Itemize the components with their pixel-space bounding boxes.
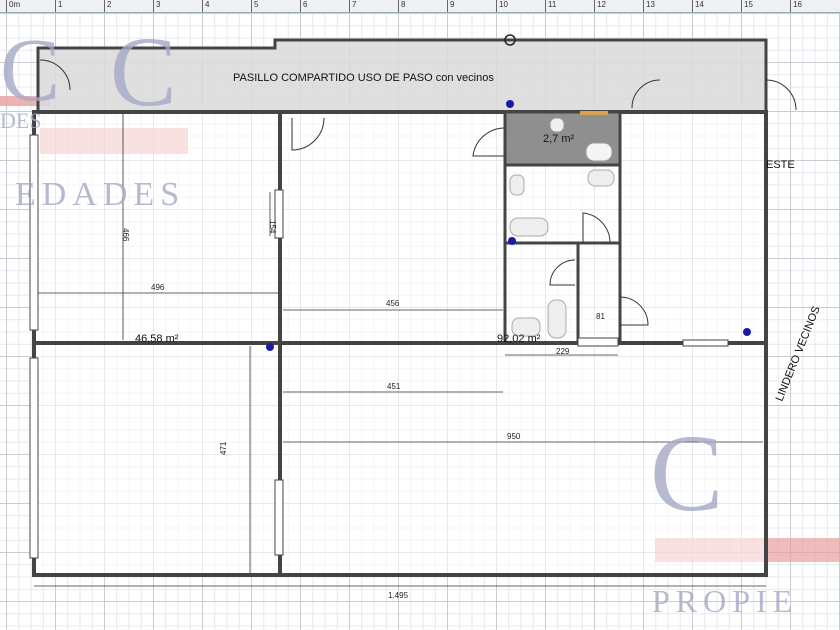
marker-dot	[743, 328, 751, 336]
window[interactable]	[274, 479, 284, 556]
dimension-496: 496	[151, 283, 165, 292]
ruler-label: 14	[692, 0, 704, 12]
area-main: 92,02 m²	[497, 333, 541, 345]
marker-dot	[266, 343, 274, 351]
ruler-label: 16	[790, 0, 802, 12]
marker-dot	[508, 237, 516, 245]
ruler-label: 12	[594, 0, 606, 12]
ruler-label: 1	[55, 0, 62, 12]
bathtub	[547, 299, 567, 339]
ruler-label: 6	[300, 0, 307, 12]
watermark-text: DES	[0, 108, 42, 133]
dimension-229: 229	[556, 347, 570, 356]
dimension-466: 466	[121, 228, 130, 242]
bidet	[509, 174, 525, 196]
ruler-label: 15	[741, 0, 753, 12]
ruler-label: 9	[447, 0, 454, 12]
marker-dot	[506, 100, 514, 108]
watermark-letter: C	[0, 21, 60, 120]
dimension-154: 154	[268, 220, 277, 234]
floor-plan: PASILLO COMPARTIDO USO DE PASO con vecin…	[0, 16, 840, 619]
sink	[587, 169, 615, 187]
watermark-letter: C	[110, 16, 177, 127]
dimension-81: 81	[596, 312, 605, 321]
dimension-471: 471	[219, 441, 228, 455]
dimension-451: 451	[387, 382, 401, 391]
ruler-label: 11	[545, 0, 556, 12]
dimension-950: 950	[507, 432, 521, 441]
door-swing	[765, 79, 797, 111]
watermark-text: PROPIE	[652, 583, 798, 619]
window[interactable]	[682, 339, 729, 347]
floor-plan-canvas[interactable]: PASILLO COMPARTIDO USO DE PASO con vecin…	[0, 13, 840, 630]
watermark-text: EDADES	[15, 176, 185, 213]
watermark-letter: C	[650, 412, 723, 534]
toilet	[585, 142, 613, 162]
ruler-label: 5	[251, 0, 258, 12]
window[interactable]	[29, 357, 39, 559]
ruler-label: 3	[153, 0, 160, 12]
orientation-label: ESTE	[766, 159, 795, 171]
corridor-label: PASILLO COMPARTIDO USO DE PASO con vecin…	[233, 72, 494, 84]
door	[580, 111, 608, 115]
door	[577, 337, 619, 347]
ruler-label: 0m	[6, 0, 20, 12]
ruler-label: 10	[496, 0, 508, 12]
ruler-label: 2	[104, 0, 111, 12]
top-ruler: 0m 1 2 3 4 5 6 7 8 9 10 11 12 13 14 15 16	[0, 0, 840, 13]
dimension-456: 456	[386, 299, 400, 308]
bathtub	[509, 217, 549, 237]
boundary-label: LINDERO VECINOS	[774, 305, 823, 404]
bathroom-area: 2,7 m²	[543, 133, 575, 145]
ruler-label: 8	[398, 0, 405, 12]
ruler-label: 7	[349, 0, 356, 12]
ruler-label: 4	[202, 0, 209, 12]
ruler-label: 13	[643, 0, 655, 12]
dimension-1495: 1.495	[388, 591, 409, 600]
sink	[549, 117, 565, 133]
window[interactable]	[29, 134, 39, 331]
area-left-room: 46,58 m²	[135, 333, 179, 345]
